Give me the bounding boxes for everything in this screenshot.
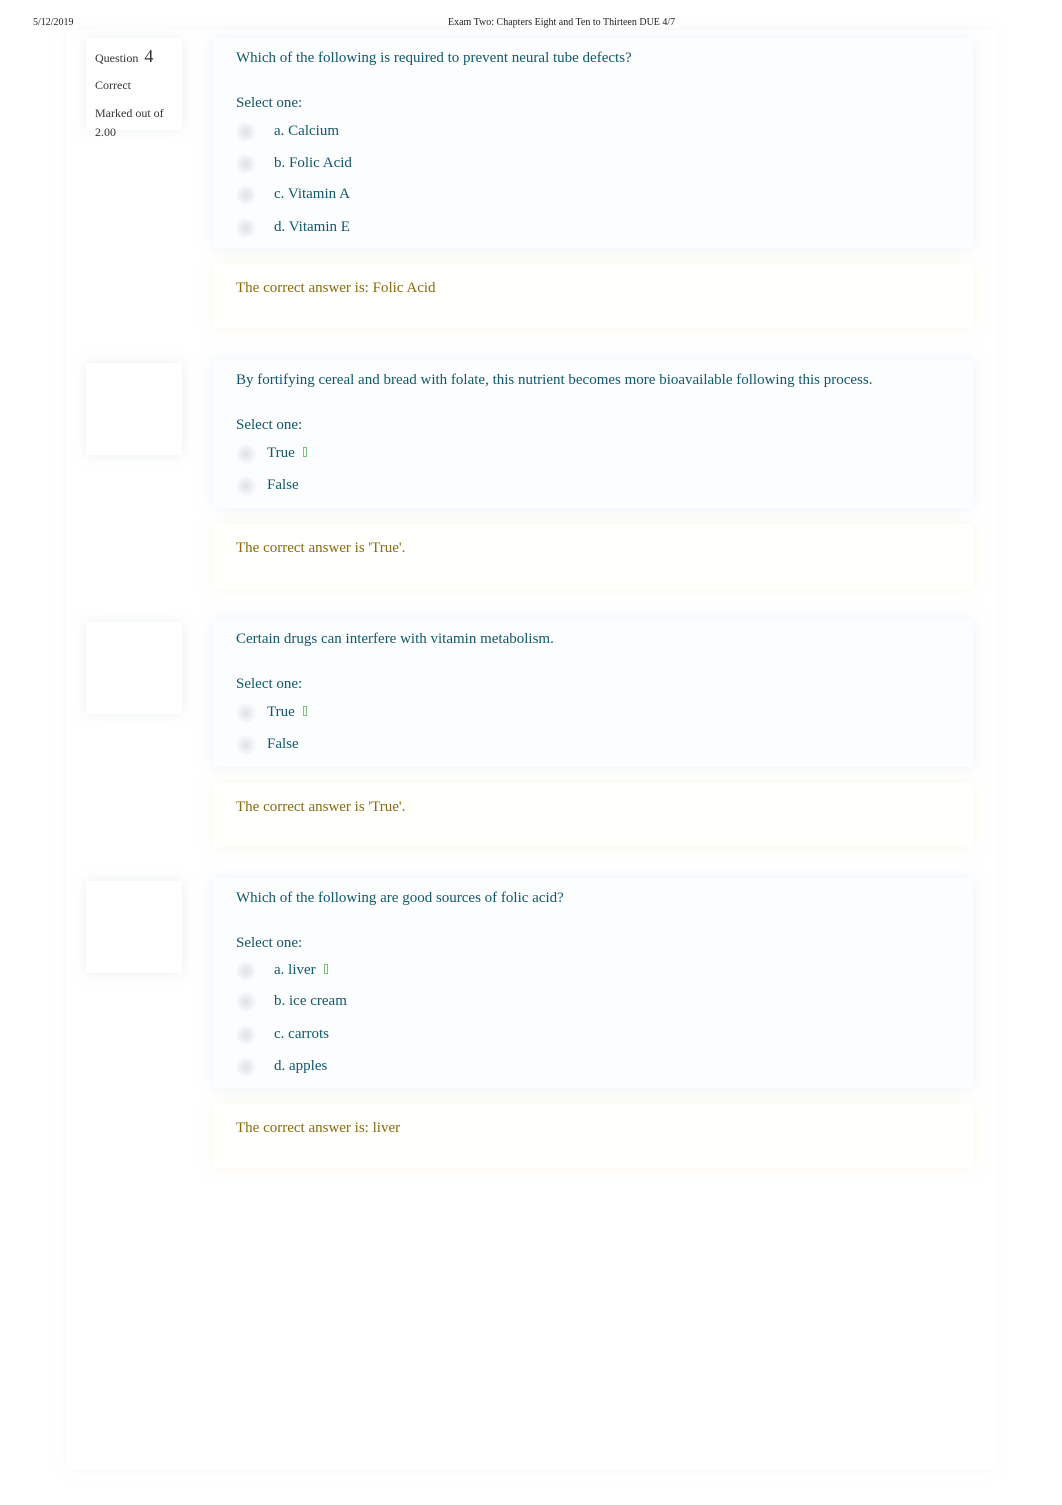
question-formulation: Which of the following is required to pr… [213, 38, 973, 248]
radio-button[interactable] [236, 703, 256, 723]
right-answer: The correct answer is: liver [236, 1120, 401, 1136]
feedback-box: The correct answer is 'True'. [213, 783, 973, 847]
radio-button[interactable] [236, 992, 256, 1012]
option-label: True [267, 445, 307, 462]
answer-option[interactable]: True [236, 701, 636, 725]
question-formulation: By fortifying cereal and bread with fola… [213, 360, 973, 508]
question-text: Which of the following are good sources … [236, 890, 564, 906]
option-label: c. carrots [274, 1026, 329, 1042]
question-info [86, 622, 182, 714]
radio-button[interactable] [236, 1025, 256, 1045]
question-text: By fortifying cereal and bread with fola… [236, 372, 873, 388]
option-label: False [267, 477, 299, 493]
option-label: d. apples [274, 1058, 328, 1074]
option-label: a. Calcium [274, 123, 339, 139]
print-date: 5/12/2019 [33, 17, 74, 28]
radio-button[interactable] [236, 218, 256, 238]
answer-option[interactable]: False [236, 474, 636, 498]
option-text: True [267, 445, 295, 461]
question-grade: Marked out of 2.00 [95, 106, 164, 139]
print-title: Exam Two: Chapters Eight and Ten to Thir… [448, 17, 676, 28]
feedback-box: The correct answer is: liver [213, 1104, 973, 1168]
radio-button[interactable] [236, 444, 256, 464]
option-text: True [267, 704, 295, 720]
check-icon [302, 447, 307, 457]
select-one-prompt: Select one: [236, 95, 303, 111]
answer-option[interactable]: b. Folic Acid [236, 152, 636, 176]
question-state: Correct [95, 78, 131, 92]
answer-option[interactable]: c. Vitamin A [236, 183, 636, 207]
radio-button[interactable] [236, 185, 256, 205]
question-formulation: Certain drugs can interfere with vitamin… [213, 619, 973, 767]
radio-button[interactable] [236, 735, 256, 755]
answer-option[interactable]: c. carrots [236, 1023, 636, 1047]
check-icon [323, 964, 328, 974]
select-one-prompt: Select one: [236, 935, 303, 951]
question-number: 4 [144, 46, 154, 66]
right-answer: The correct answer is: Folic Acid [236, 280, 436, 296]
option-label: a. liver [274, 962, 328, 979]
answer-option[interactable]: d. Vitamin E [236, 216, 636, 240]
option-label: c. Vitamin A [274, 186, 350, 202]
question-text: Which of the following is required to pr… [236, 50, 632, 66]
answer-option[interactable]: a. Calcium [236, 120, 636, 144]
check-icon [302, 706, 307, 716]
right-answer: The correct answer is 'True'. [236, 799, 406, 815]
answer-option[interactable]: True [236, 442, 636, 466]
print-header: 5/12/2019 Exam Two: Chapters Eight and T… [0, 17, 1062, 31]
select-one-prompt: Select one: [236, 417, 303, 433]
question-info: Question 4 Correct Marked out of 2.00 [86, 38, 182, 139]
question-number-row: Question 4 [95, 46, 153, 67]
radio-button[interactable] [236, 1057, 256, 1077]
answer-option[interactable]: b. ice cream [236, 990, 636, 1014]
question-formulation: Which of the following are good sources … [213, 878, 973, 1088]
radio-button[interactable] [236, 154, 256, 174]
radio-button[interactable] [236, 476, 256, 496]
question-label: Question [95, 51, 139, 65]
question-info [86, 881, 182, 973]
option-label: b. ice cream [274, 993, 347, 1009]
option-label: False [267, 736, 299, 752]
option-label: d. Vitamin E [274, 219, 350, 235]
feedback-box: The correct answer is: Folic Acid [213, 264, 973, 328]
answer-option[interactable]: d. apples [236, 1055, 636, 1079]
question-info [86, 363, 182, 455]
radio-button[interactable] [236, 961, 256, 981]
question-text: Certain drugs can interfere with vitamin… [236, 631, 554, 647]
right-answer: The correct answer is 'True'. [236, 540, 406, 556]
option-text: a. liver [274, 962, 316, 978]
option-label: True [267, 704, 307, 721]
feedback-box: The correct answer is 'True'. [213, 524, 973, 588]
answer-option[interactable]: False [236, 733, 636, 757]
select-one-prompt: Select one: [236, 676, 303, 692]
radio-button[interactable] [236, 122, 256, 142]
answer-option[interactable]: a. liver [236, 959, 636, 983]
option-label: b. Folic Acid [274, 155, 352, 171]
